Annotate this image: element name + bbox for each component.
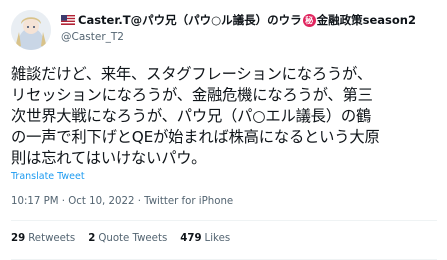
tweet-text-line: の一声で利下げとQEが始まれば株高になるという大原 [11,128,380,146]
engagement-stats: 29 Retweets 2 Quote Tweets 479 Likes [11,233,243,244]
tweet-timestamp[interactable]: 10:17 PM · Oct 10, 2022 · Twitter for iP… [11,196,233,207]
author-block: Caster.T@パウ兄（パウ○ル議長）のウラ 秘 金融政策season2 @C… [61,12,441,43]
tweet-text-line: 次世界大戦になろうが、パウ兄（パ○エル議長）の鶴 [11,107,372,125]
likes-count: 479 [180,233,202,244]
retweets-count: 29 [11,233,26,244]
retweets-label: Retweets [28,233,76,244]
display-name[interactable]: Caster.T@パウ兄（パウ○ル議長）のウラ 秘 金融政策season2 [61,12,441,28]
divider [11,220,437,221]
us-flag-icon [61,15,75,25]
quote-tweets-count: 2 [88,233,96,244]
tweet-text-line: 則は忘れてはいけないパウ。 [11,149,207,167]
tweet-text-line: リセッションになろうが、金融危機になろうが、第三 [11,86,373,104]
quote-tweets-label: Quote Tweets [98,233,168,244]
avatar-illustration [11,10,51,50]
user-handle[interactable]: @Caster_T2 [61,31,441,43]
secret-seal-icon: 秘 [302,13,316,27]
display-name-part1: Caster.T@パウ兄（パウ○ル議長）のウラ [78,13,302,27]
tweet-text-line: 雑談だけど、来年、スタグフレーションになろうが、 [11,65,372,83]
display-name-part2: 金融政策season2 [316,13,416,27]
likes-stat[interactable]: 479 Likes [180,233,230,244]
tweet-header: Caster.T@パウ兄（パウ○ル議長）のウラ 秘 金融政策season2 @C… [11,10,441,50]
translate-tweet-link[interactable]: Translate Tweet [11,171,85,182]
quote-tweets-stat[interactable]: 2 Quote Tweets [88,233,167,244]
retweets-stat[interactable]: 29 Retweets [11,233,75,244]
tweet-text: 雑談だけど、来年、スタグフレーションになろうが、 リセッションになろうが、金融危… [11,64,439,169]
tweet-card: Caster.T@パウ兄（パウ○ル議長）のウラ 秘 金融政策season2 @C… [0,0,447,260]
likes-label: Likes [204,233,231,244]
avatar[interactable] [11,10,51,50]
